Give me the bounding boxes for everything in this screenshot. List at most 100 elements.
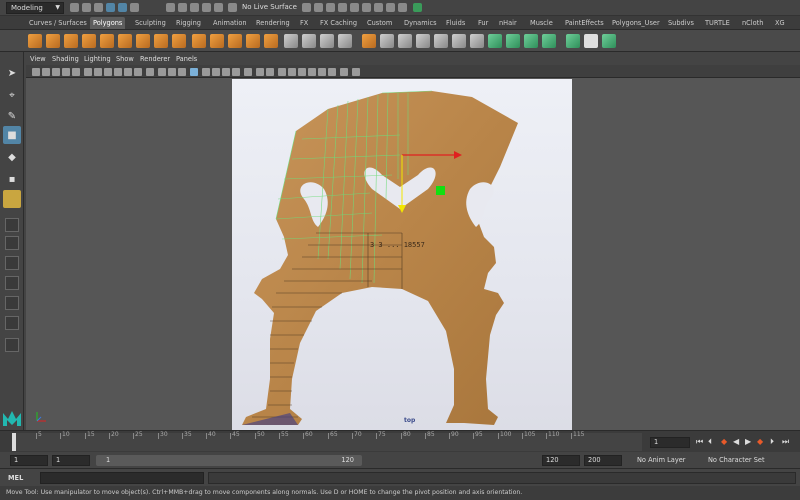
viewport[interactable]: 3 3 ... 18557 top <box>26 78 800 430</box>
extrude-icon[interactable] <box>284 34 298 48</box>
fill-hole-icon[interactable] <box>338 34 352 48</box>
viewport-two-icon[interactable] <box>352 68 360 76</box>
tab-rendering[interactable]: Rendering <box>253 17 293 29</box>
time-slider-playhead[interactable] <box>12 433 16 451</box>
four-view-layout-icon[interactable] <box>5 236 19 250</box>
wireframe-icon[interactable] <box>158 68 166 76</box>
safe-action-icon[interactable] <box>134 68 142 76</box>
resolution-gate-icon[interactable] <box>104 68 112 76</box>
mel-language-toggle[interactable]: MEL <box>8 474 23 482</box>
tab-custom[interactable]: Custom <box>364 17 395 29</box>
film-gate-icon[interactable] <box>94 68 102 76</box>
anim-layer-dropdown[interactable]: No Anim Layer <box>637 456 686 464</box>
tab-subdivs[interactable]: Subdivs <box>665 17 697 29</box>
lasso-tool-icon[interactable]: ⌖ <box>3 86 21 104</box>
snap-point-icon[interactable] <box>190 3 199 12</box>
snap-curve-icon[interactable] <box>178 3 187 12</box>
gizmo-y-handle-icon[interactable] <box>436 186 445 195</box>
tab-polygons[interactable]: Polygons <box>90 17 126 29</box>
camera-attributes-icon[interactable] <box>42 68 50 76</box>
open-scene-icon[interactable] <box>82 3 91 12</box>
tab-fx-caching[interactable]: FX Caching <box>317 17 360 29</box>
custom-layout-icon[interactable] <box>5 316 19 330</box>
menu-lighting[interactable]: Lighting <box>84 55 111 63</box>
tab-rigging[interactable]: Rigging <box>173 17 204 29</box>
select-tool-arrow-icon[interactable]: ➤ <box>3 64 21 82</box>
paint-select-tool-icon[interactable]: ✎ <box>3 107 21 125</box>
tab-painteffects[interactable]: PaintEffects <box>562 17 607 29</box>
select-object-icon[interactable] <box>118 3 127 12</box>
menu-show[interactable]: Show <box>116 55 134 63</box>
select-hierarchy-icon[interactable] <box>106 3 115 12</box>
select-camera-icon[interactable] <box>32 68 40 76</box>
field-chart-icon[interactable] <box>124 68 132 76</box>
tab-animation[interactable]: Animation <box>210 17 250 29</box>
merge-icon[interactable] <box>434 34 448 48</box>
animation-end-field[interactable]: 200 <box>584 455 622 466</box>
grid-icon[interactable] <box>84 68 92 76</box>
uv-layout-icon[interactable] <box>602 34 616 48</box>
tab-fur[interactable]: Fur <box>475 17 491 29</box>
display-render-icon[interactable] <box>362 3 371 12</box>
go-to-start-icon[interactable]: ⏮ <box>696 437 703 447</box>
append-polygon-icon[interactable] <box>320 34 334 48</box>
playback-end-field[interactable]: 120 <box>542 455 580 466</box>
screen-space-ao-icon[interactable] <box>222 68 230 76</box>
tab-nhair[interactable]: nHair <box>496 17 520 29</box>
go-to-end-icon[interactable]: ⏭ <box>782 437 789 447</box>
tab-sculpting[interactable]: Sculpting <box>132 17 169 29</box>
playback-start-field[interactable]: 1 <box>52 455 90 466</box>
tab-ncloth[interactable]: nCloth <box>739 17 766 29</box>
insert-edge-loop-icon[interactable] <box>398 34 412 48</box>
uv-editor-icon[interactable] <box>566 34 580 48</box>
channel-box-icon[interactable] <box>398 3 407 12</box>
bookmarks-icon[interactable] <box>52 68 60 76</box>
make-live-icon[interactable] <box>214 3 223 12</box>
poly-cone-icon[interactable] <box>82 34 96 48</box>
select-component-icon[interactable] <box>130 3 139 12</box>
menu-panels[interactable]: Panels <box>176 55 197 63</box>
anti-aliasing-icon[interactable] <box>244 68 252 76</box>
poly-cube-icon[interactable] <box>46 34 60 48</box>
step-back-icon[interactable]: ⏴ <box>708 437 712 447</box>
target-weld-icon[interactable] <box>452 34 466 48</box>
gamma-icon[interactable] <box>318 68 326 76</box>
ipr-render-icon[interactable] <box>314 3 323 12</box>
safe-title-icon[interactable] <box>146 68 154 76</box>
render-current-frame-icon[interactable] <box>302 3 311 12</box>
xray-joints-icon[interactable] <box>288 68 296 76</box>
boolean-icon[interactable] <box>264 34 278 48</box>
single-perspective-layout-icon[interactable] <box>5 218 19 232</box>
xray-icon[interactable] <box>278 68 286 76</box>
bevel-icon[interactable] <box>362 34 376 48</box>
hud-icon[interactable] <box>308 68 316 76</box>
tab-fluids[interactable]: Fluids <box>443 17 468 29</box>
render-view-icon[interactable] <box>350 3 359 12</box>
step-forward-icon[interactable]: ⏵ <box>770 437 774 447</box>
step-forward-key-icon[interactable]: ◆ <box>757 437 763 446</box>
tab-dynamics[interactable]: Dynamics <box>401 17 440 29</box>
planar-mapping-icon[interactable] <box>488 34 502 48</box>
checker-map-icon[interactable] <box>584 34 598 48</box>
menu-set-dropdown[interactable]: Modeling ▼ <box>6 2 64 14</box>
tab-muscle[interactable]: Muscle <box>527 17 556 29</box>
persp-graph-layout-icon[interactable] <box>5 276 19 290</box>
character-set-dropdown[interactable]: No Character Set <box>708 456 765 464</box>
poly-torus-icon[interactable] <box>118 34 132 48</box>
persp-hypershade-layout-icon[interactable] <box>5 296 19 310</box>
poly-plane-icon[interactable] <box>100 34 114 48</box>
last-tool-icon[interactable] <box>3 190 21 208</box>
time-slider[interactable]: 5 10 15 20 25 30 35 40 45 50 55 60 65 70 75 80 85 90 95 100… <box>0 430 800 452</box>
extract-icon[interactable] <box>228 34 242 48</box>
isolate-select-icon[interactable] <box>266 68 274 76</box>
collapse-icon[interactable] <box>470 34 484 48</box>
modeling-toolkit-icon[interactable] <box>413 3 422 12</box>
spherical-mapping-icon[interactable] <box>524 34 538 48</box>
rotate-tool-icon[interactable]: ◆ <box>3 148 21 166</box>
exposure-icon[interactable] <box>328 68 336 76</box>
poly-pyramid-icon[interactable] <box>154 34 168 48</box>
mel-command-input[interactable] <box>40 472 204 484</box>
multi-cut-icon[interactable] <box>380 34 394 48</box>
render-settings-icon[interactable] <box>326 3 335 12</box>
textured-icon[interactable] <box>190 68 198 76</box>
